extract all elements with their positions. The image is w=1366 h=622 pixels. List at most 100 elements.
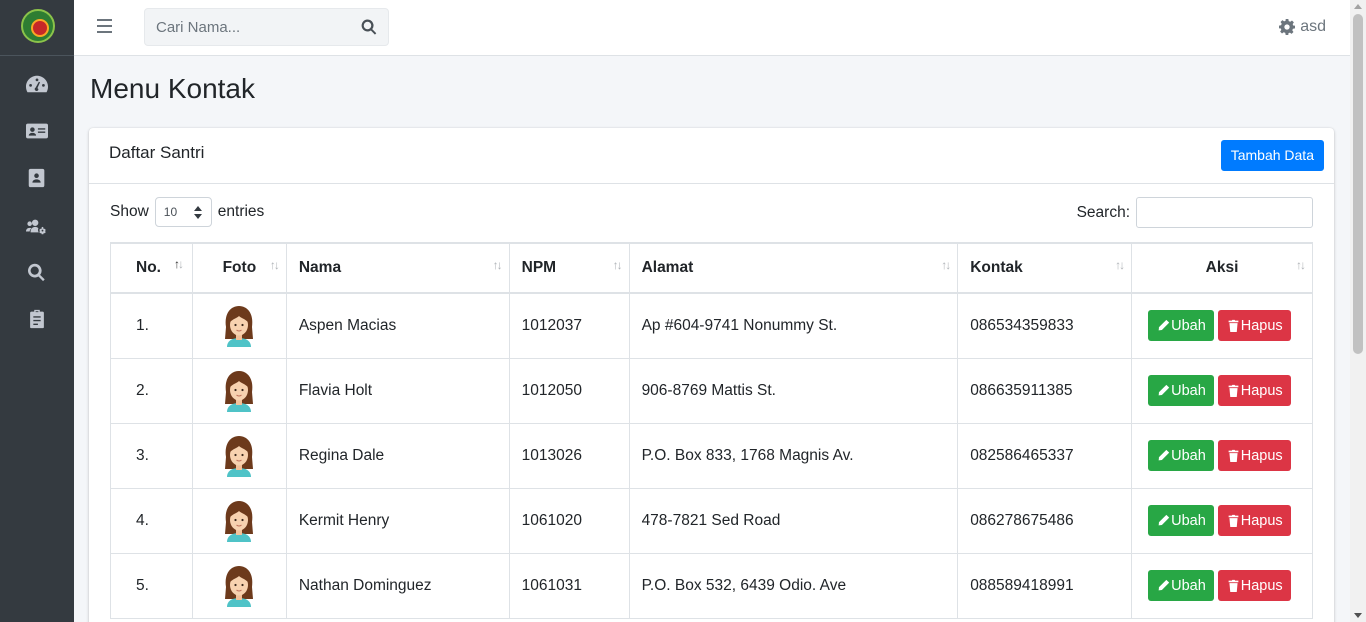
table-search-input[interactable] [1136, 197, 1313, 228]
id-card-icon[interactable] [25, 120, 49, 142]
column-header-npm[interactable]: NPM ↑↓ [508, 242, 630, 294]
table-row: 2. Flavia Holt 1012050 906-8769 Mattis S… [110, 357, 1313, 424]
delete-button[interactable]: Hapus [1217, 570, 1291, 601]
name-cell: Flavia Holt [285, 357, 510, 424]
row-number: 5. [110, 552, 193, 619]
name-cell: Regina Dale [285, 422, 510, 489]
pencil-icon [1158, 384, 1170, 396]
delete-button[interactable]: Hapus [1217, 440, 1291, 471]
entries-length-control: Show 10 entries [110, 197, 264, 227]
search-icon[interactable] [25, 261, 49, 283]
avatar [225, 435, 254, 477]
table-row: 1. Aspen Macias 1012037 Ap #604-9741 Non… [110, 292, 1313, 359]
name-cell: Nathan Dominguez [285, 552, 510, 619]
action-cell: Ubah Hapus [1131, 357, 1313, 424]
contact-cell: 088589418991 [957, 552, 1133, 619]
action-cell: Ubah Hapus [1131, 422, 1313, 489]
delete-button[interactable]: Hapus [1217, 505, 1291, 536]
users-cog-icon[interactable] [25, 215, 49, 237]
column-header-alamat[interactable]: Alamat ↑↓ [628, 242, 959, 294]
delete-button[interactable]: Hapus [1217, 375, 1291, 406]
contact-cell: 086635911385 [957, 357, 1133, 424]
npm-cell: 1013026 [508, 422, 630, 489]
contact-cell: 086278675486 [957, 487, 1133, 554]
app-logo[interactable] [21, 9, 55, 43]
sort-icon: ↑↓ [173, 257, 184, 271]
scrollbar-thumb[interactable] [1353, 14, 1363, 354]
table-row: 5. Nathan Dominguez 1061031 P.O. Box 532… [110, 552, 1313, 619]
avatar [225, 305, 254, 347]
edit-button[interactable]: Ubah [1148, 310, 1214, 342]
table-row: 4. Kermit Henry 1061020 478-7821 Sed Roa… [110, 487, 1313, 554]
scroll-down-arrow-icon[interactable] [1354, 613, 1362, 618]
user-name: asd [1300, 18, 1326, 35]
avatar [225, 500, 254, 542]
sort-icon: ↑↓ [1115, 258, 1125, 272]
clipboard-icon[interactable] [25, 308, 49, 330]
address-cell: Ap #604-9741 Nonummy St. [628, 292, 959, 359]
card-header: Daftar Santri Tambah Data [89, 128, 1334, 184]
address-cell: 906-8769 Mattis St. [628, 357, 959, 424]
avatar [225, 565, 254, 607]
address-cell: 478-7821 Sed Road [628, 487, 959, 554]
action-cell: Ubah Hapus [1131, 552, 1313, 619]
trash-icon [1228, 320, 1239, 333]
add-data-button[interactable]: Tambah Data [1220, 140, 1324, 171]
dashboard-icon[interactable] [25, 73, 49, 95]
photo-cell [191, 357, 287, 424]
photo-cell [191, 422, 287, 489]
sort-icon: ↑↓ [612, 258, 623, 272]
sort-icon: ↑↓ [941, 258, 951, 272]
row-number: 3. [110, 422, 193, 489]
table-row: 3. Regina Dale 1013026 P.O. Box 833, 176… [110, 422, 1313, 489]
trash-icon [1228, 384, 1239, 397]
column-header-nama[interactable]: Nama ↑↓ [285, 242, 510, 294]
user-menu[interactable]: asd [1279, 18, 1326, 36]
contact-card: Daftar Santri Tambah Data Show 10 entrie… [89, 128, 1334, 622]
avatar [225, 370, 254, 412]
column-header-kontak[interactable]: Kontak ↑↓ [957, 242, 1133, 294]
row-number: 2. [110, 357, 193, 424]
delete-button[interactable]: Hapus [1217, 310, 1291, 342]
entries-select[interactable]: 10 [154, 197, 212, 227]
sort-icon: ↑↓ [492, 258, 503, 272]
edit-button[interactable]: Ubah [1148, 505, 1214, 536]
scroll-up-arrow-icon[interactable] [1354, 4, 1362, 9]
entries-label: entries [217, 203, 265, 220]
contact-cell: 082586465337 [957, 422, 1133, 489]
name-cell: Aspen Macias [285, 292, 510, 359]
pencil-icon [1158, 514, 1170, 526]
contact-cell: 086534359833 [957, 292, 1133, 359]
page-title: Menu Kontak [90, 73, 255, 104]
npm-cell: 1012050 [508, 357, 630, 424]
card-title: Daftar Santri [109, 143, 205, 162]
trash-icon [1228, 514, 1239, 527]
trash-icon [1228, 449, 1239, 462]
show-label: Show [110, 203, 149, 220]
sort-icon: ↑↓ [269, 258, 280, 272]
column-header-foto[interactable]: Foto ↑↓ [191, 242, 287, 294]
page-scrollbar[interactable] [1350, 0, 1366, 622]
address-cell: P.O. Box 833, 1768 Magnis Av. [628, 422, 959, 489]
santri-table: No. ↑↓ Foto ↑↓ Nama ↑↓ NPM ↑↓ Alamat ↑↓ Konta… [110, 242, 1313, 619]
sidebar [0, 0, 74, 622]
name-cell: Kermit Henry [285, 487, 510, 554]
search-name-input[interactable] [145, 9, 350, 45]
contact-book-icon[interactable] [25, 167, 49, 189]
column-header-aksi[interactable]: Aksi ↑↓ [1131, 242, 1313, 294]
edit-button[interactable]: Ubah [1148, 570, 1214, 601]
menu-toggle-icon[interactable] [97, 19, 112, 35]
edit-button[interactable]: Ubah [1148, 375, 1214, 406]
pencil-icon [1158, 320, 1170, 331]
search-button-icon[interactable] [360, 18, 378, 36]
npm-cell: 1012037 [508, 292, 630, 359]
table-header-row: No. ↑↓ Foto ↑↓ Nama ↑↓ NPM ↑↓ Alamat ↑↓ Konta… [110, 242, 1313, 294]
table-search-control: Search: [1077, 197, 1313, 228]
edit-button[interactable]: Ubah [1148, 440, 1214, 471]
column-header-no[interactable]: No. ↑↓ [110, 242, 193, 294]
search-label: Search: [1076, 203, 1130, 221]
photo-cell [191, 487, 287, 554]
trash-icon [1228, 579, 1239, 592]
action-cell: Ubah Hapus [1131, 487, 1313, 554]
sidebar-divider [0, 55, 74, 56]
